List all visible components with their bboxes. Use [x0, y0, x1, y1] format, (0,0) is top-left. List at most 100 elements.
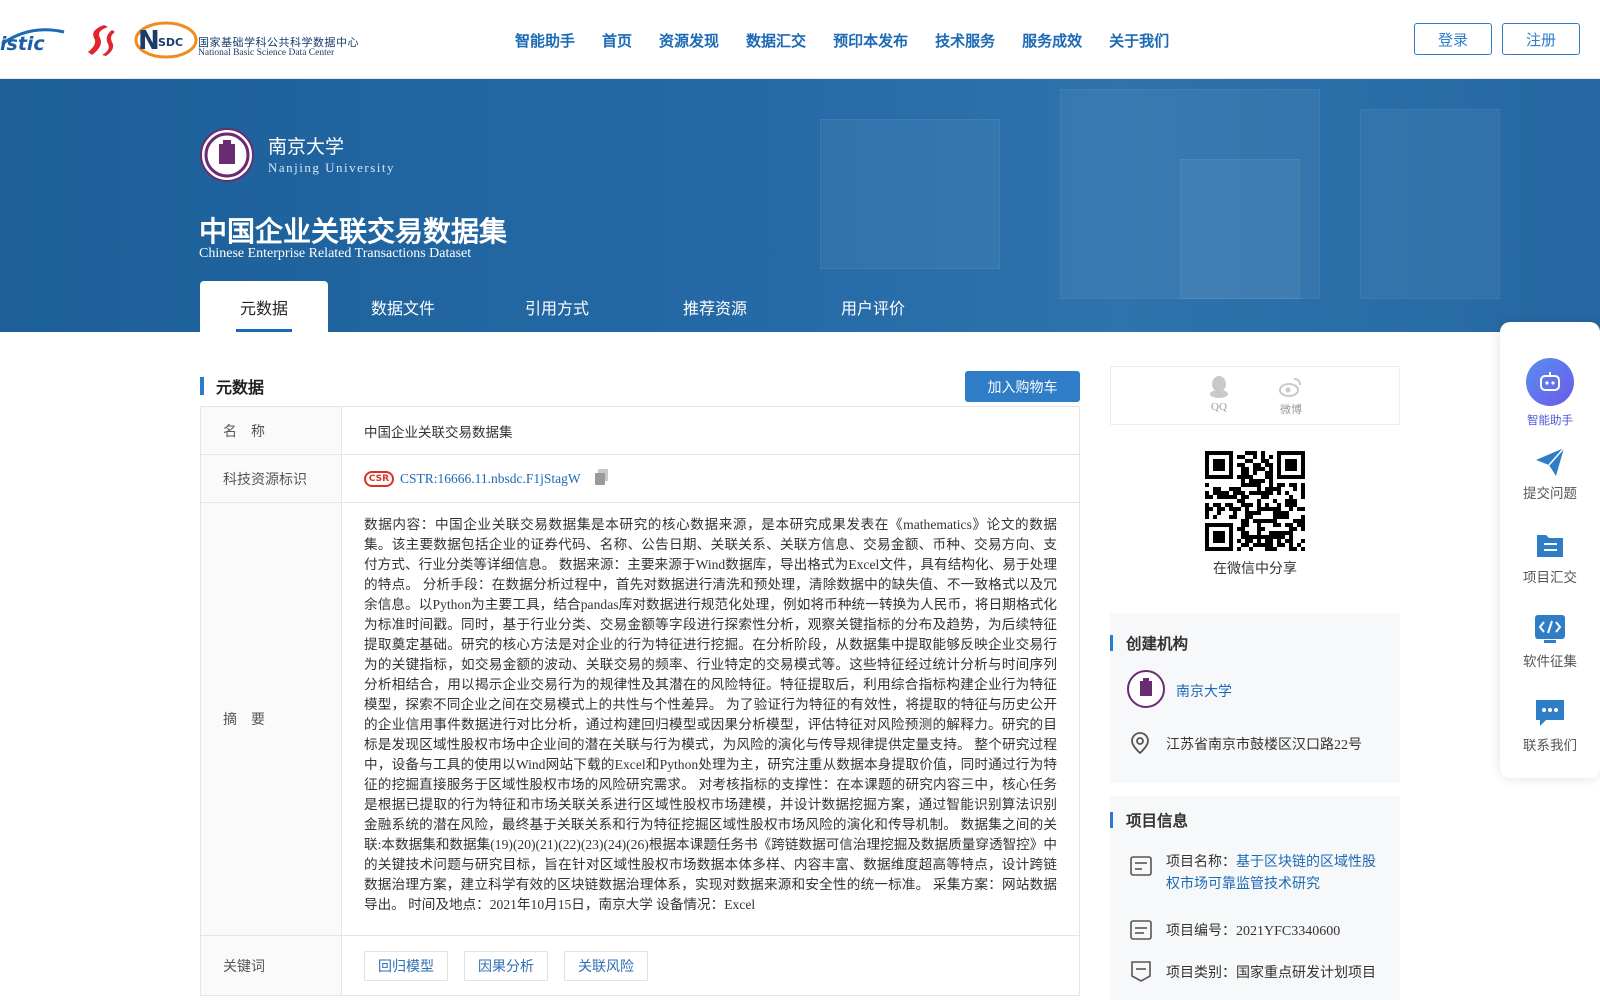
qq-icon	[1209, 375, 1229, 399]
metadata-section-header: 元数据	[200, 374, 264, 398]
institution-link[interactable]: 南京大学	[1176, 681, 1232, 701]
table-row: 科技资源标识 CSR CSTR:16666.11.nbsdc.F1jStagW	[201, 455, 1079, 503]
project-code: 项目编号：2021YFC3340600	[1166, 920, 1340, 940]
istic-logo-text: istic	[0, 33, 45, 55]
keyword-tag[interactable]: 回归模型	[364, 950, 448, 981]
abstract-value: 数据内容：中国企业关联交易数据集是本研究的核心数据来源，是本研究成果发表在《ma…	[364, 517, 1057, 912]
keywords-list: 回归模型 因果分析 关联风险	[342, 936, 1079, 995]
project-code-value: 2021YFC3340600	[1236, 924, 1341, 939]
table-row: 名 称 中国企业关联交易数据集	[201, 407, 1079, 455]
institution-name-cn[interactable]: 南京大学	[268, 132, 344, 159]
istic-logo[interactable]: istic	[0, 22, 68, 56]
project-type-icon	[1130, 960, 1152, 987]
location-pin-icon	[1130, 732, 1150, 759]
hero-decoration	[820, 119, 1000, 269]
float-projects-button[interactable]: 项目汇交	[1500, 530, 1600, 586]
cstr-link[interactable]: CSTR:16666.11.nbsdc.F1jStagW	[400, 471, 581, 487]
project-type-value: 国家重点研发计划项目	[1236, 966, 1376, 981]
nav-service-results[interactable]: 服务成效	[1022, 30, 1082, 51]
dataset-tabs: 元数据 数据文件 引用方式 推荐资源 用户评价	[200, 281, 952, 332]
project-type: 项目类别：国家重点研发计划项目	[1166, 962, 1376, 982]
metadata-section-title: 元数据	[216, 380, 265, 397]
main-nav: 智能助手 首页 资源发现 数据汇交 预印本发布 技术服务 服务成效 关于我们	[515, 30, 1196, 51]
wechat-share-caption: 在微信中分享	[1213, 562, 1297, 577]
nav-data-submission[interactable]: 数据汇交	[746, 30, 806, 51]
resource-id-value: CSR CSTR:16666.11.nbsdc.F1jStagW	[342, 455, 1079, 502]
dataset-title-cn: 中国企业关联交易数据集	[199, 215, 508, 248]
project-card: 项目信息 项目名称：基于区块链的区域性股权市场可靠监管技术研究 项目编号：202…	[1110, 796, 1400, 1000]
institution-card-header: 创建机构	[1110, 613, 1400, 654]
float-software-label: 软件征集	[1523, 654, 1577, 669]
name-label: 名 称	[201, 407, 342, 454]
table-row: 关键词 回归模型 因果分析 关联风险	[201, 936, 1079, 996]
copy-icon[interactable]	[594, 468, 609, 489]
project-card-title: 项目信息	[1126, 813, 1189, 830]
svg-text:N: N	[138, 26, 160, 56]
card-accent-bar	[1110, 812, 1113, 828]
robot-icon	[1526, 358, 1574, 406]
project-code-icon	[1130, 920, 1152, 945]
nav-about[interactable]: 关于我们	[1109, 30, 1169, 51]
table-row: 摘 要 数据内容：中国企业关联交易数据集是本研究的核心数据来源，是本研究成果发表…	[201, 503, 1079, 936]
wechat-qr-code	[1205, 451, 1305, 551]
project-code-label: 项目编号：	[1166, 924, 1236, 939]
float-contact-label: 联系我们	[1523, 738, 1577, 753]
share-weibo-button[interactable]: 微博	[1271, 375, 1311, 417]
float-submit-button[interactable]: 提交问题	[1500, 446, 1600, 502]
institution-address: 江苏省南京市鼓楼区汉口路22号	[1166, 738, 1362, 753]
float-contact-button[interactable]: 联系我们	[1500, 698, 1600, 754]
abstract-label: 摘 要	[201, 503, 342, 935]
share-panel: QQ 微博	[1110, 366, 1400, 425]
institution-card: 创建机构 南京大学 江苏省南京市鼓楼区汉口路22号	[1110, 613, 1400, 783]
float-assistant-label: 智能助手	[1527, 415, 1573, 427]
top-navigation-bar: istic N SDC 国家基础学科公共科学数据中心 National Basi…	[0, 0, 1600, 79]
project-name-label: 项目名称：	[1166, 855, 1236, 870]
share-qq-label: QQ	[1211, 401, 1227, 413]
nsdc-logo[interactable]: N SDC 国家基础学科公共科学数据中心 National Basic Scie…	[134, 20, 359, 60]
folder-list-icon	[1535, 530, 1565, 560]
university-seal-icon	[1127, 670, 1165, 708]
share-qq-button[interactable]: QQ	[1199, 375, 1239, 413]
floating-tools-panel: 智能助手 提交问题 项目汇交 软件征集 联系我们	[1500, 322, 1600, 778]
card-accent-bar	[1110, 635, 1113, 651]
keyword-tag[interactable]: 关联风险	[564, 950, 648, 981]
code-icon	[1534, 614, 1566, 644]
share-weibo-label: 微博	[1280, 404, 1302, 416]
nsdc-logo-mark: SDC	[158, 36, 183, 49]
nav-resource-discovery[interactable]: 资源发现	[659, 30, 719, 51]
register-button[interactable]: 注册	[1502, 23, 1580, 55]
cstr-logo-icon: CSR	[364, 470, 394, 487]
resource-id-label: 科技资源标识	[201, 455, 342, 502]
paper-plane-icon	[1534, 446, 1566, 478]
hero-decoration	[1360, 109, 1500, 299]
section-accent-bar	[200, 377, 204, 395]
keywords-label: 关键词	[201, 936, 342, 995]
project-type-label: 项目类别：	[1166, 966, 1236, 981]
nav-tech-services[interactable]: 技术服务	[935, 30, 995, 51]
nav-assistant[interactable]: 智能助手	[515, 30, 575, 51]
tab-metadata[interactable]: 元数据	[200, 281, 328, 332]
nav-home[interactable]: 首页	[602, 30, 632, 51]
login-button[interactable]: 登录	[1414, 23, 1492, 55]
hero-decoration	[1180, 159, 1300, 299]
chat-bubble-icon	[1534, 698, 1566, 728]
nav-preprint[interactable]: 预印本发布	[833, 30, 908, 51]
dataset-title-en: Chinese Enterprise Related Transactions …	[199, 246, 472, 261]
project-name-icon	[1130, 856, 1152, 881]
tab-recommended[interactable]: 推荐资源	[636, 281, 794, 332]
tab-user-reviews[interactable]: 用户评价	[794, 281, 952, 332]
float-assistant-button[interactable]: 智能助手	[1500, 358, 1600, 428]
institution-card-title: 创建机构	[1126, 636, 1189, 653]
red-s-logo[interactable]	[82, 22, 118, 58]
institution-name-en: Nanjing University	[268, 160, 396, 175]
float-submit-label: 提交问题	[1523, 486, 1577, 501]
float-software-button[interactable]: 软件征集	[1500, 614, 1600, 670]
tab-citation[interactable]: 引用方式	[478, 281, 636, 332]
float-projects-label: 项目汇交	[1523, 570, 1577, 585]
university-seal-icon	[200, 128, 254, 182]
project-name: 项目名称：基于区块链的区域性股权市场可靠监管技术研究	[1166, 852, 1386, 896]
keyword-tag[interactable]: 因果分析	[464, 950, 548, 981]
add-to-cart-button[interactable]: 加入购物车	[965, 371, 1080, 402]
tab-data-files[interactable]: 数据文件	[328, 281, 478, 332]
weibo-icon	[1279, 375, 1303, 399]
